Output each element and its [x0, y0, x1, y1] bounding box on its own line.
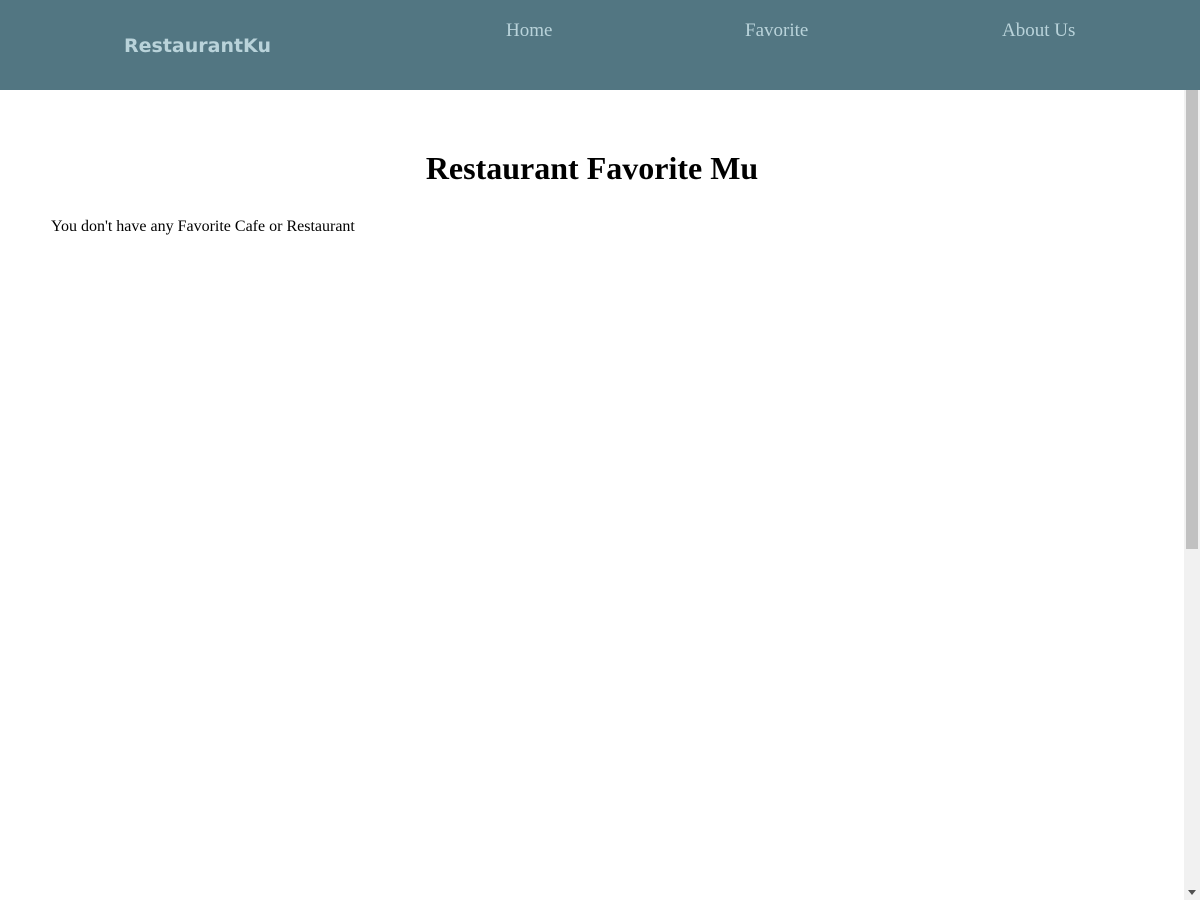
scrollbar-thumb[interactable]	[1186, 90, 1198, 549]
nav-link-home[interactable]: Home	[506, 19, 552, 43]
scroll-down-arrow-icon[interactable]	[1188, 890, 1196, 895]
nav-link-favorite[interactable]: Favorite	[745, 19, 808, 43]
top-navbar: RestaurantKu Home Favorite About Us	[0, 0, 1200, 90]
empty-favorites-message: You don't have any Favorite Cafe or Rest…	[51, 218, 355, 235]
main-content: Restaurant Favorite Mu You don't have an…	[0, 90, 1184, 900]
page: RestaurantKu Home Favorite About Us Rest…	[0, 0, 1200, 900]
brand-logo[interactable]: RestaurantKu	[124, 32, 271, 60]
vertical-scrollbar[interactable]	[1184, 90, 1200, 900]
page-title: Restaurant Favorite Mu	[425, 150, 759, 186]
nav-link-about-us[interactable]: About Us	[1002, 19, 1075, 43]
